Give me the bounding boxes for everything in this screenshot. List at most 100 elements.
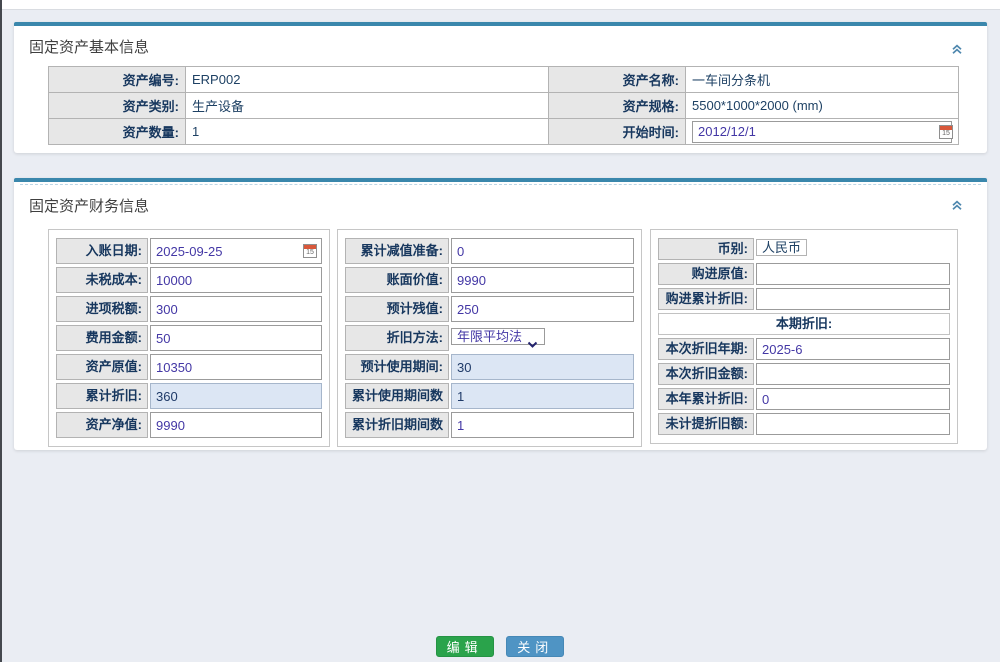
asset-spec-label: 资产规格:: [549, 93, 686, 119]
basic-panel-title: 固定资产基本信息: [14, 26, 987, 57]
asset-number-label: 资产编号:: [49, 67, 186, 93]
form-row: 币别: 人民币: [658, 238, 950, 260]
chevron-double-up-icon: [950, 198, 964, 212]
expense-amount-input[interactable]: [150, 325, 322, 351]
estimated-residual-label: 预计残值:: [345, 296, 449, 322]
depreciation-period-count-input[interactable]: [451, 412, 634, 438]
current-depreciation-amount-input[interactable]: [756, 363, 950, 385]
asset-net-value-label: 资产净值:: [56, 412, 148, 438]
table-row: 资产类别: 生产设备 资产规格: 5500*1000*2000 (mm): [49, 93, 959, 119]
basic-info-panel: 固定资产基本信息 资产编号: ERP002 资产名称: 一车间分条机 资产类别:…: [14, 22, 987, 153]
button-bar: 编辑 关闭: [0, 636, 1000, 657]
accumulated-depreciation-input[interactable]: [150, 383, 322, 409]
unaccrued-depreciation-label: 未计提折旧额:: [658, 413, 754, 435]
finance-left-box: 入账日期: 未税成本: 进项税额: 费用金额: 资产原值:: [48, 229, 330, 447]
form-row: 累计折旧:: [56, 383, 322, 409]
collapse-basic-button[interactable]: [950, 42, 964, 56]
impairment-reserve-input[interactable]: [451, 238, 634, 264]
purchase-accum-depreciation-label: 购进累计折旧:: [658, 288, 754, 310]
asset-quantity-value: 1: [186, 119, 549, 145]
form-row: 折旧方法: 年限平均法: [345, 325, 634, 351]
depreciation-method-select[interactable]: 年限平均法: [451, 328, 545, 345]
unaccrued-depreciation-input[interactable]: [756, 413, 950, 435]
asset-net-value-input[interactable]: [150, 412, 322, 438]
form-row: 资产净值:: [56, 412, 322, 438]
asset-original-value-label: 资产原值:: [56, 354, 148, 380]
ytd-accum-depreciation-label: 本年累计折旧:: [658, 388, 754, 410]
currency-label: 币别:: [658, 238, 754, 260]
impairment-reserve-label: 累计减值准备:: [345, 238, 449, 264]
untaxed-cost-label: 未税成本:: [56, 267, 148, 293]
chevron-down-icon: [526, 335, 539, 345]
expected-use-period-label: 预计使用期间:: [345, 354, 449, 380]
start-time-input[interactable]: [692, 121, 952, 143]
asset-category-value: 生产设备: [186, 93, 549, 119]
chevron-double-up-icon: [950, 42, 964, 56]
input-tax-input[interactable]: [150, 296, 322, 322]
form-row: 账面价值:: [345, 267, 634, 293]
depreciation-method-value: 年限平均法: [457, 329, 522, 344]
ytd-accum-depreciation-input[interactable]: [756, 388, 950, 410]
form-row: 入账日期:: [56, 238, 322, 264]
asset-category-label: 资产类别:: [49, 93, 186, 119]
purchase-original-value-input[interactable]: [756, 263, 950, 285]
form-row: 预计残值:: [345, 296, 634, 322]
edit-button[interactable]: 编辑: [436, 636, 494, 657]
asset-spec-value: 5500*1000*2000 (mm): [686, 93, 959, 119]
current-depreciation-header: 本期折旧:: [658, 313, 950, 335]
current-depreciation-amount-label: 本次折旧金额:: [658, 363, 754, 385]
calendar-icon[interactable]: [303, 244, 317, 258]
start-time-label: 开始时间:: [549, 119, 686, 145]
entry-date-input[interactable]: [150, 238, 322, 264]
finance-middle-box: 累计减值准备: 账面价值: 预计残值: 折旧方法: 年限平均法: [337, 229, 642, 447]
form-row: 未税成本:: [56, 267, 322, 293]
form-row: 预计使用期间:: [345, 354, 634, 380]
purchase-accum-depreciation-input[interactable]: [756, 288, 950, 310]
depreciation-method-label: 折旧方法:: [345, 325, 449, 351]
used-period-count-input[interactable]: [451, 383, 634, 409]
close-button[interactable]: 关闭: [506, 636, 564, 657]
basic-info-table: 资产编号: ERP002 资产名称: 一车间分条机 资产类别: 生产设备 资产规…: [48, 66, 959, 145]
asset-quantity-label: 资产数量:: [49, 119, 186, 145]
collapse-finance-button[interactable]: [950, 198, 964, 212]
form-row: 本期折旧:: [658, 313, 950, 335]
form-row: 本次折旧年期:: [658, 338, 950, 360]
form-row: 累计减值准备:: [345, 238, 634, 264]
accumulated-depreciation-label: 累计折旧:: [56, 383, 148, 409]
form-row: 进项税额:: [56, 296, 322, 322]
table-row: 资产数量: 1 开始时间:: [49, 119, 959, 145]
untaxed-cost-input[interactable]: [150, 267, 322, 293]
used-period-count-label: 累计使用期间数: [345, 383, 449, 409]
asset-original-value-input[interactable]: [150, 354, 322, 380]
current-depreciation-period-label: 本次折旧年期:: [658, 338, 754, 360]
finance-right-box: 币别: 人民币 购进原值: 购进累计折旧: 本期折旧: 本次折旧年期: 本次折旧…: [650, 229, 958, 444]
form-row: 本年累计折旧:: [658, 388, 950, 410]
asset-name-value: 一车间分条机: [686, 67, 959, 93]
window-left-border: [0, 0, 2, 662]
form-row: 本次折旧金额:: [658, 363, 950, 385]
form-row: 购进累计折旧:: [658, 288, 950, 310]
currency-value: 人民币: [756, 239, 807, 256]
current-depreciation-period-input[interactable]: [756, 338, 950, 360]
form-row: 购进原值:: [658, 263, 950, 285]
entry-date-label: 入账日期:: [56, 238, 148, 264]
expense-amount-label: 费用金额:: [56, 325, 148, 351]
form-row: 费用金额:: [56, 325, 322, 351]
table-row: 资产编号: ERP002 资产名称: 一车间分条机: [49, 67, 959, 93]
form-row: 累计折旧期间数: [345, 412, 634, 438]
estimated-residual-input[interactable]: [451, 296, 634, 322]
form-row: 资产原值:: [56, 354, 322, 380]
expected-use-period-input[interactable]: [451, 354, 634, 380]
input-tax-label: 进项税额:: [56, 296, 148, 322]
asset-number-value: ERP002: [186, 67, 549, 93]
finance-info-panel: 固定资产财务信息 入账日期: 未税成本: 进项税额:: [14, 178, 987, 450]
purchase-original-value-label: 购进原值:: [658, 263, 754, 285]
form-row: 未计提折旧额:: [658, 413, 950, 435]
finance-panel-title: 固定资产财务信息: [14, 185, 987, 216]
form-row: 累计使用期间数: [345, 383, 634, 409]
asset-name-label: 资产名称:: [549, 67, 686, 93]
book-value-label: 账面价值:: [345, 267, 449, 293]
book-value-input[interactable]: [451, 267, 634, 293]
top-strip: [0, 0, 1000, 10]
calendar-icon[interactable]: [939, 125, 953, 139]
